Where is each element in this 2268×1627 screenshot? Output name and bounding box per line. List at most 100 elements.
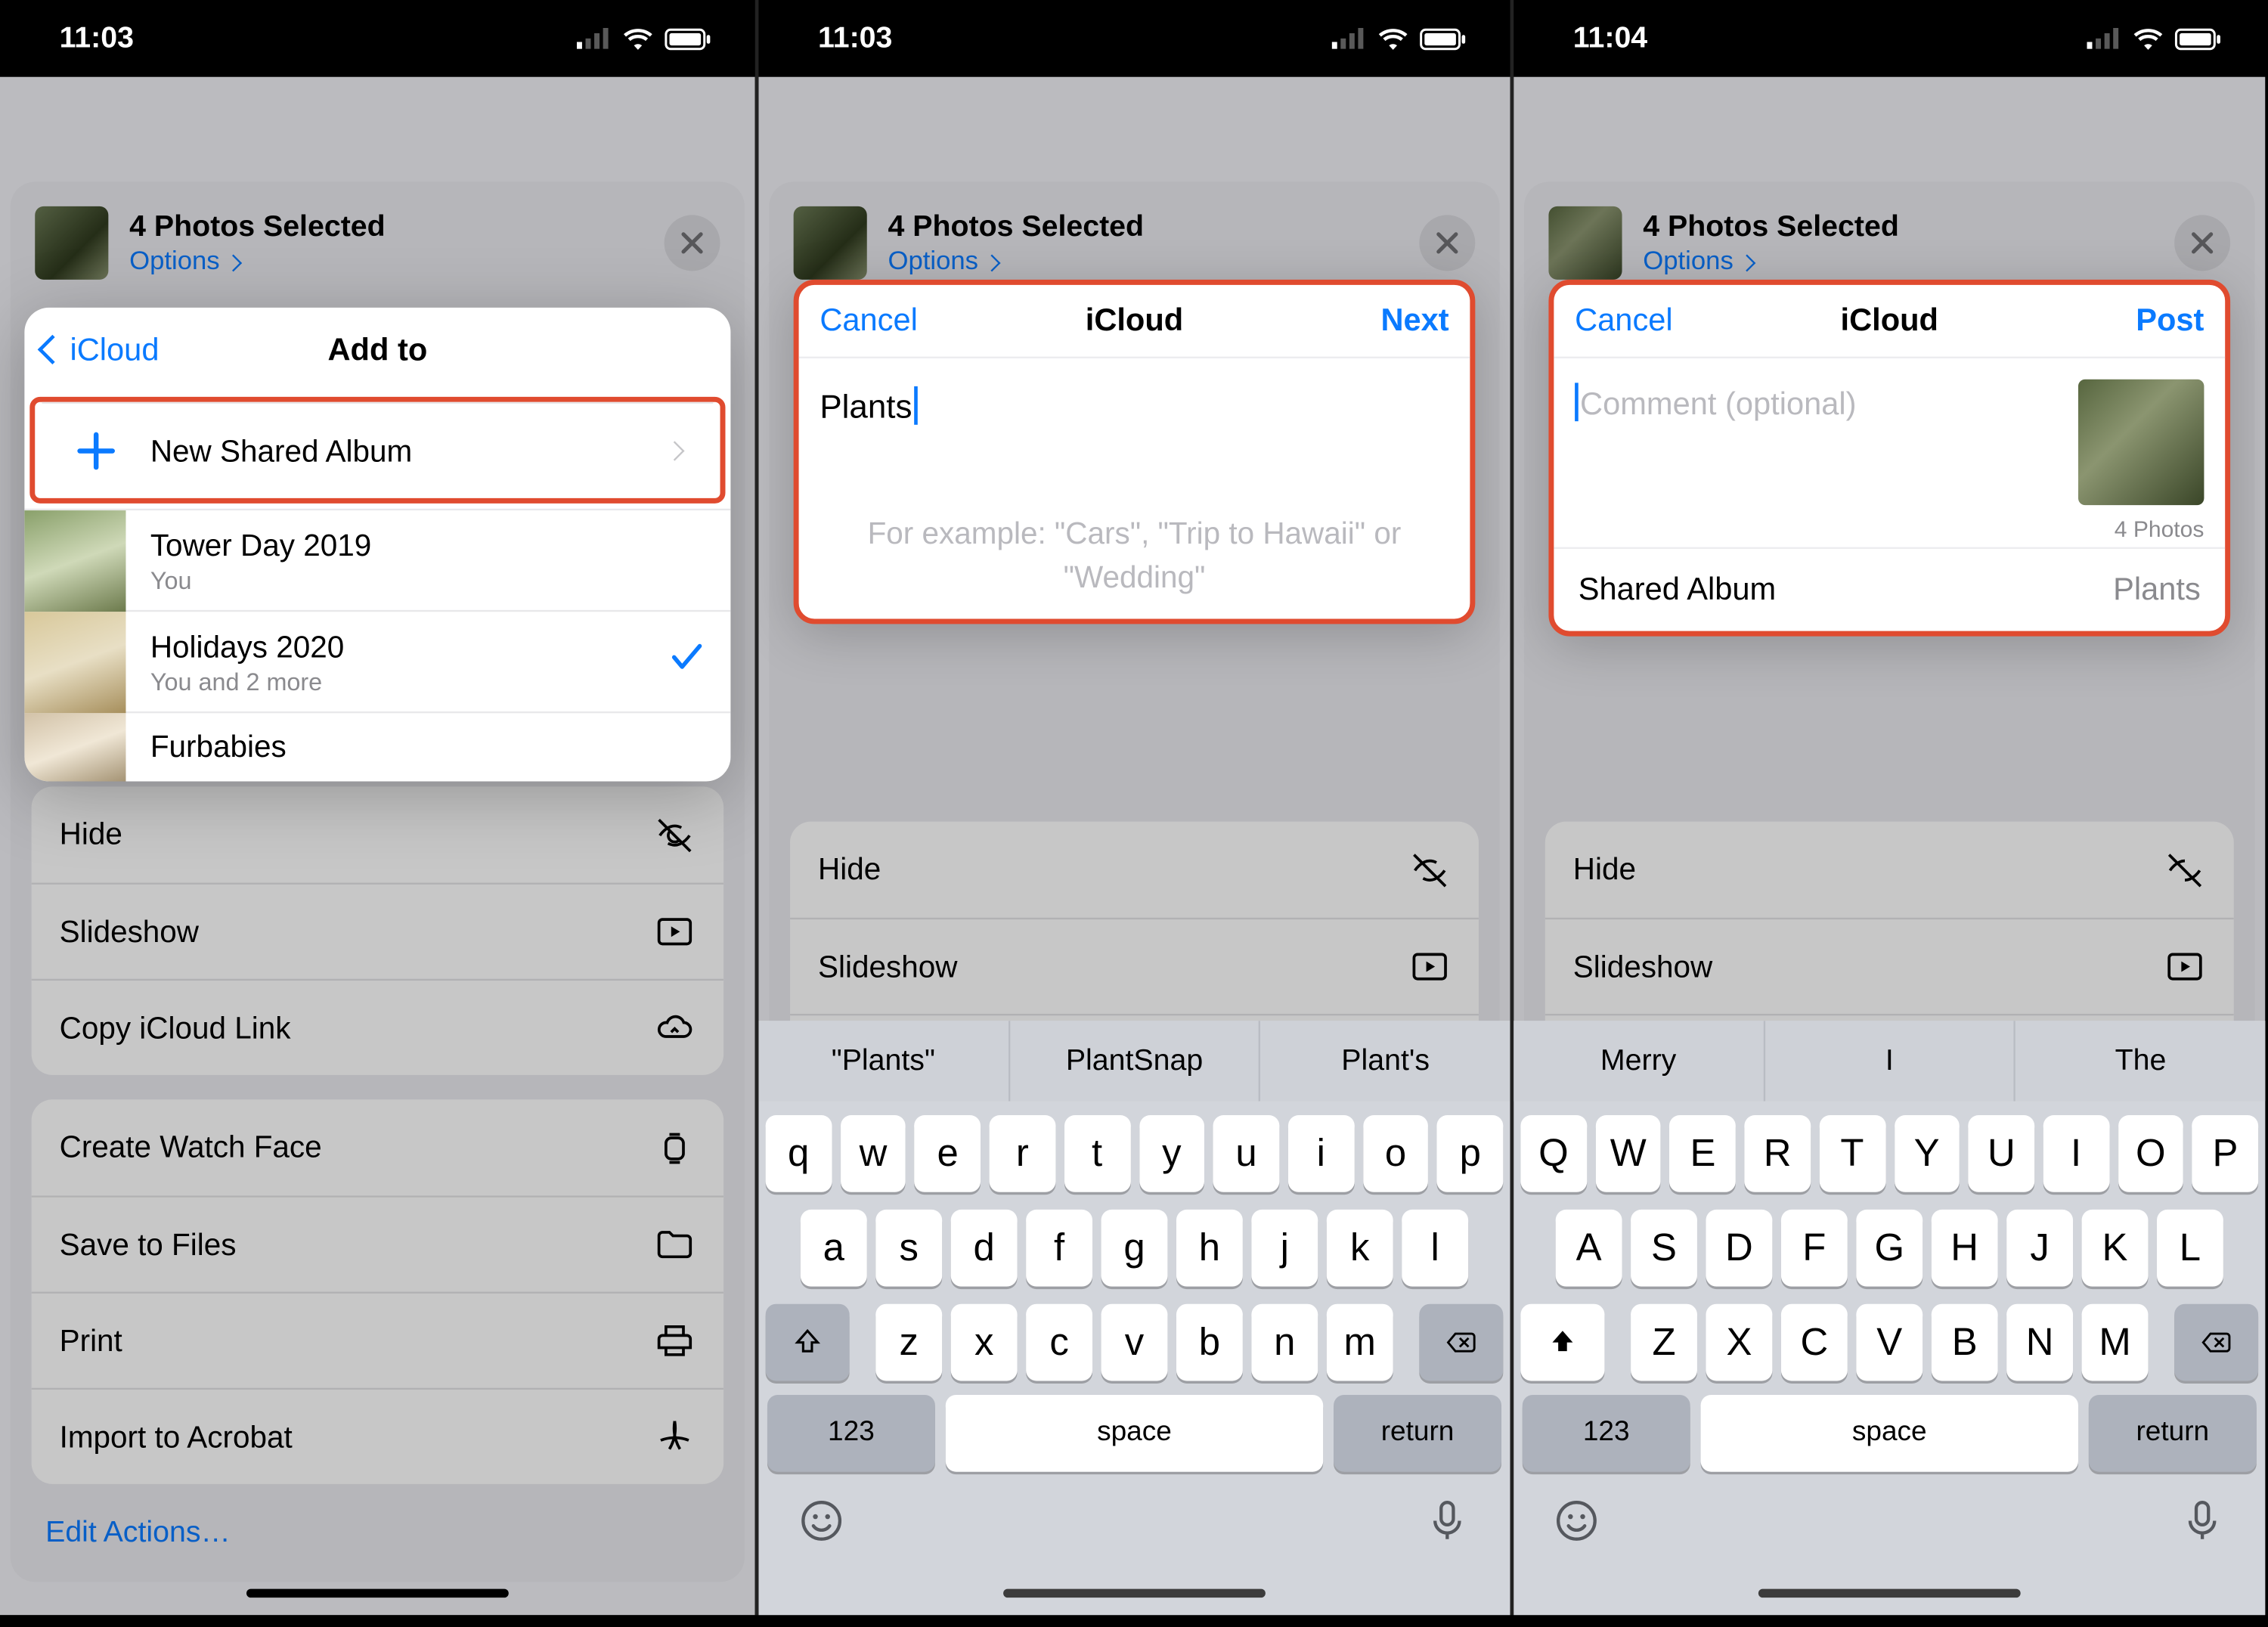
key-z[interactable]: z (875, 1304, 942, 1381)
key-B[interactable]: B (1932, 1304, 1998, 1381)
key-Y[interactable]: Y (1894, 1115, 1960, 1192)
action-hide[interactable]: Hide (32, 786, 724, 882)
key-Z[interactable]: Z (1631, 1304, 1697, 1381)
key-b[interactable]: b (1176, 1304, 1243, 1381)
key-s[interactable]: s (875, 1210, 942, 1287)
emoji-icon[interactable] (797, 1496, 846, 1554)
numbers-key[interactable]: 123 (767, 1395, 935, 1472)
suggestion[interactable]: "Plants" (758, 1021, 1008, 1101)
cancel-button[interactable]: Cancel (1575, 302, 1673, 339)
action-slideshow[interactable]: Slideshow (32, 883, 724, 979)
key-p[interactable]: p (1437, 1115, 1503, 1192)
key-F[interactable]: F (1781, 1210, 1848, 1287)
shift-key-active[interactable] (1520, 1304, 1604, 1381)
key-N[interactable]: N (2006, 1304, 2073, 1381)
key-d[interactable]: d (951, 1210, 1018, 1287)
close-icon[interactable] (665, 215, 720, 271)
options-link[interactable]: Options (888, 246, 1144, 276)
action-copy-icloud[interactable]: Copy iCloud Link (32, 979, 724, 1075)
key-H[interactable]: H (1932, 1210, 1998, 1287)
edit-actions-link[interactable]: Edit Actions… (11, 1484, 745, 1582)
key-t[interactable]: t (1064, 1115, 1130, 1192)
suggestion[interactable]: Plant's (1259, 1021, 1510, 1101)
mic-icon[interactable] (2178, 1496, 2227, 1554)
return-key[interactable]: return (2089, 1395, 2257, 1472)
key-n[interactable]: n (1251, 1304, 1318, 1381)
key-w[interactable]: w (840, 1115, 906, 1192)
keyboard[interactable]: "Plants" PlantSnap Plant's qwertyuiop as… (758, 1021, 1510, 1615)
key-h[interactable]: h (1176, 1210, 1243, 1287)
new-shared-album-row[interactable]: New Shared Album (42, 402, 713, 498)
action-slideshow[interactable]: Slideshow (790, 918, 1479, 1014)
key-I[interactable]: I (2043, 1115, 2109, 1192)
keyboard[interactable]: Merry I The QWERTYUIOP ASDFGHJKL ZXCVBNM… (1514, 1021, 2265, 1615)
next-button[interactable]: Next (1380, 302, 1448, 339)
key-G[interactable]: G (1856, 1210, 1923, 1287)
key-o[interactable]: o (1362, 1115, 1428, 1192)
key-A[interactable]: A (1556, 1210, 1622, 1287)
emoji-icon[interactable] (1552, 1496, 1601, 1554)
shared-album-row[interactable]: Shared Album Plants (1554, 547, 2225, 631)
album-name-input[interactable]: Plants For example: "Cars", "Trip to Haw… (799, 358, 1470, 618)
suggestion[interactable]: PlantSnap (1008, 1021, 1259, 1101)
backspace-key[interactable] (2174, 1304, 2258, 1381)
key-c[interactable]: c (1026, 1304, 1092, 1381)
key-Q[interactable]: Q (1520, 1115, 1586, 1192)
key-y[interactable]: y (1139, 1115, 1204, 1192)
album-row[interactable]: Furbabies (24, 711, 730, 781)
suggestion[interactable]: The (2014, 1021, 2265, 1101)
mic-icon[interactable] (1423, 1496, 1472, 1554)
key-V[interactable]: V (1856, 1304, 1923, 1381)
key-u[interactable]: u (1213, 1115, 1279, 1192)
key-C[interactable]: C (1781, 1304, 1848, 1381)
key-R[interactable]: R (1745, 1115, 1811, 1192)
key-x[interactable]: x (951, 1304, 1018, 1381)
close-icon[interactable] (2174, 215, 2230, 271)
key-v[interactable]: v (1101, 1304, 1168, 1381)
options-link[interactable]: Options (129, 246, 386, 276)
comment-input[interactable]: Comment (optional) 4 Photos (1554, 358, 2225, 547)
key-X[interactable]: X (1706, 1304, 1773, 1381)
album-row[interactable]: Tower Day 2019 You (24, 509, 730, 610)
key-J[interactable]: J (2006, 1210, 2073, 1287)
backspace-key[interactable] (1419, 1304, 1503, 1381)
suggestion[interactable]: I (1763, 1021, 2014, 1101)
space-key[interactable]: space (946, 1395, 1323, 1472)
key-i[interactable]: i (1288, 1115, 1354, 1192)
key-W[interactable]: W (1595, 1115, 1661, 1192)
action-print[interactable]: Print (32, 1292, 724, 1388)
key-E[interactable]: E (1670, 1115, 1736, 1192)
action-watch-face[interactable]: Create Watch Face (32, 1099, 724, 1195)
key-m[interactable]: m (1327, 1304, 1393, 1381)
key-T[interactable]: T (1819, 1115, 1885, 1192)
key-D[interactable]: D (1706, 1210, 1773, 1287)
cancel-button[interactable]: Cancel (820, 302, 918, 339)
key-a[interactable]: a (801, 1210, 867, 1287)
key-M[interactable]: M (2082, 1304, 2149, 1381)
key-f[interactable]: f (1026, 1210, 1092, 1287)
suggestion[interactable]: Merry (1514, 1021, 1763, 1101)
key-O[interactable]: O (2118, 1115, 2183, 1192)
key-k[interactable]: k (1327, 1210, 1393, 1287)
action-save-files[interactable]: Save to Files (32, 1195, 724, 1291)
key-P[interactable]: P (2192, 1115, 2258, 1192)
album-row[interactable]: Holidays 2020 You and 2 more (24, 610, 730, 711)
shift-key[interactable] (766, 1304, 850, 1381)
close-icon[interactable] (1419, 215, 1475, 271)
key-r[interactable]: r (990, 1115, 1055, 1192)
key-l[interactable]: l (1402, 1210, 1468, 1287)
space-key[interactable]: space (1701, 1395, 2078, 1472)
key-e[interactable]: e (915, 1115, 981, 1192)
key-K[interactable]: K (2082, 1210, 2149, 1287)
key-q[interactable]: q (766, 1115, 832, 1192)
key-L[interactable]: L (2157, 1210, 2223, 1287)
suggestions-bar[interactable]: "Plants" PlantSnap Plant's (758, 1021, 1510, 1101)
return-key[interactable]: return (1334, 1395, 1501, 1472)
key-U[interactable]: U (1969, 1115, 2034, 1192)
numbers-key[interactable]: 123 (1523, 1395, 1690, 1472)
action-acrobat[interactable]: Import to Acrobat (32, 1388, 724, 1484)
key-j[interactable]: j (1251, 1210, 1318, 1287)
key-S[interactable]: S (1631, 1210, 1697, 1287)
action-hide[interactable]: Hide (790, 822, 1479, 918)
post-button[interactable]: Post (2136, 302, 2204, 339)
